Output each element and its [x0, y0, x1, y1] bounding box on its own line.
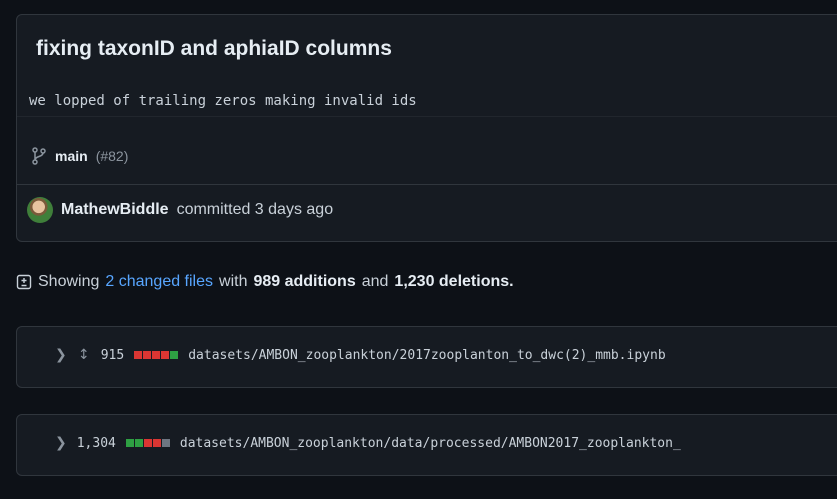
author-row: MathewBiddle committed 3 days ago — [27, 197, 333, 223]
diffstat-block — [125, 439, 134, 447]
diffstat-block — [143, 351, 152, 359]
file-path[interactable]: datasets/AMBON_zooplankton/data/processe… — [180, 436, 681, 451]
diffstat-block — [143, 439, 152, 447]
additions-count: 989 additions — [253, 273, 356, 290]
diffstat-block — [134, 439, 143, 447]
diff-summary: Showing 2 changed files with 989 additio… — [16, 273, 514, 291]
divider — [17, 116, 837, 117]
branch-link[interactable]: main — [55, 148, 88, 164]
commit-description: we lopped of trailing zeros making inval… — [29, 93, 417, 109]
file-row: ❯ 1,304 datasets/AMBON_zooplankton/data/… — [55, 435, 681, 451]
file-row: ❯ ↕ 915 datasets/AMBON_zooplankton/2017z… — [55, 347, 666, 363]
chevron-right-icon[interactable]: ❯ — [55, 435, 67, 451]
diffstat-block — [161, 439, 170, 447]
deletions-count: 1,230 deletions. — [394, 273, 514, 290]
file-change-count: 1,304 — [76, 435, 116, 451]
commit-title: fixing taxonID and aphiaID columns — [36, 37, 392, 60]
diffstat — [125, 439, 170, 447]
commit-header: fixing taxonID and aphiaID columns we lo… — [16, 14, 837, 242]
file-change-count: 915 — [100, 347, 125, 363]
avatar[interactable] — [27, 197, 53, 223]
author-link[interactable]: MathewBiddle — [61, 201, 169, 219]
chevron-right-icon[interactable]: ❯ — [55, 347, 67, 363]
git-branch-icon — [32, 147, 46, 165]
file-diff-header[interactable]: ❯ ↕ 915 datasets/AMBON_zooplankton/2017z… — [16, 326, 837, 388]
commit-time: committed 3 days ago — [176, 201, 334, 218]
diffstat-block — [152, 351, 161, 359]
pull-request-link[interactable]: (#82) — [96, 148, 129, 164]
changed-files-link[interactable]: 2 changed files — [105, 273, 213, 291]
branch-row: main (#82) — [31, 147, 128, 165]
diffstat-block — [161, 351, 170, 359]
summary-with: with — [219, 273, 248, 290]
summary-and: and — [361, 273, 389, 290]
file-path[interactable]: datasets/AMBON_zooplankton/2017zooplanto… — [188, 348, 665, 363]
file-diff-icon — [16, 274, 32, 290]
diffstat-block — [134, 351, 143, 359]
diffstat-block — [170, 351, 179, 359]
diffstat-block — [152, 439, 161, 447]
divider — [17, 184, 837, 185]
summary-prefix: Showing — [38, 273, 100, 290]
file-diff-header[interactable]: ❯ 1,304 datasets/AMBON_zooplankton/data/… — [16, 414, 837, 476]
diffstat — [134, 351, 179, 359]
unfold-icon[interactable]: ↕ — [77, 347, 91, 363]
